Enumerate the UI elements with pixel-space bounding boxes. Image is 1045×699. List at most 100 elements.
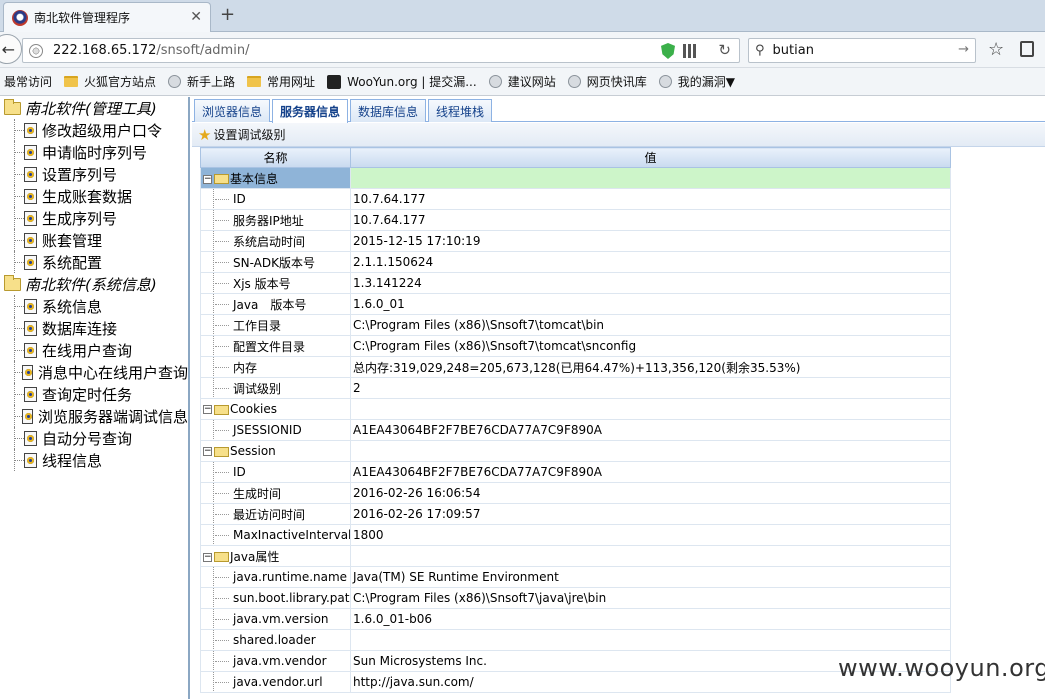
table-row[interactable]: 调试级别 2 (200, 377, 951, 399)
table-row[interactable]: sun.boot.library.path C:\Program Files (x… (200, 587, 951, 609)
bookmark-star-icon[interactable]: ☆ (988, 39, 1004, 60)
qr-code-icon[interactable] (683, 44, 697, 58)
folder-icon (214, 446, 229, 457)
property-value: C:\Program Files (x86)\Snsoft7\java\jre\… (350, 587, 951, 609)
tab-browser-info[interactable]: 浏览器信息 (194, 99, 271, 122)
search-go-icon[interactable]: → (958, 42, 969, 57)
bookmark-item[interactable]: 我的漏洞▼ (658, 73, 735, 90)
table-row[interactable]: 系统启动时间 2015-12-15 17:10:19 (200, 230, 951, 252)
tree-item[interactable]: 自动分号查询 (0, 427, 188, 449)
tree-item[interactable]: 系统配置 (0, 251, 188, 273)
tree-item[interactable]: 在线用户查询 (0, 339, 188, 361)
table-row[interactable]: MaxInactiveInterval 1800 (200, 524, 951, 546)
bookmark-item[interactable]: 常用网址 (247, 73, 315, 90)
column-header-name[interactable]: 名称 (200, 147, 351, 168)
property-value: 2016-02-26 16:06:54 (350, 482, 951, 504)
tab-thread-stack[interactable]: 线程堆栈 (428, 99, 493, 122)
bookmark-item[interactable]: 新手上路 (168, 73, 235, 90)
search-bar[interactable]: ⚲ butian → (748, 38, 976, 63)
bookmark-item[interactable]: WooYun.org | 提交漏... (327, 73, 477, 90)
tree-item[interactable]: 系统信息 (0, 295, 188, 317)
bookmark-item[interactable]: 火狐官方站点 (64, 73, 156, 90)
table-row[interactable]: ID A1EA43064BF2F7BE76CDA77A7C9F890A (200, 461, 951, 483)
collapse-toggle-icon[interactable]: − (203, 405, 212, 414)
property-name: 生成时间 (200, 482, 351, 504)
group-name-cell[interactable]: − Session (200, 440, 351, 462)
group-row[interactable]: − Cookies (200, 398, 951, 420)
table-row[interactable]: java.vm.version 1.6.0_01-b06 (200, 608, 951, 630)
tree-item[interactable]: 消息中心在线用户查询 (0, 361, 188, 383)
folder-icon (214, 552, 229, 562)
property-name: 最近访问时间 (200, 503, 351, 525)
group-name-cell[interactable]: − Cookies (200, 398, 351, 420)
wooyun-icon (327, 74, 342, 89)
tree-connector (14, 195, 24, 197)
address-bar[interactable]: 222.168.65.172/snsoft/admin/ ↻ (22, 38, 740, 63)
tab-database-info[interactable]: 数据库信息 (350, 99, 427, 122)
tree-item[interactable]: 浏览服务器端调试信息 (0, 405, 188, 427)
bookmark-item[interactable]: 网页快讯库 (567, 73, 647, 90)
tree-group-system-info[interactable]: 南北软件(系统信息) (0, 273, 188, 295)
table-row[interactable]: 生成时间 2016-02-26 16:06:54 (200, 482, 951, 504)
group-row[interactable]: − Java属性 (200, 545, 951, 567)
table-row[interactable]: JSESSIONID A1EA43064BF2F7BE76CDA77A7C9F89… (200, 419, 951, 441)
table-row[interactable]: shared.loader (200, 629, 951, 651)
property-value: Java(TM) SE Runtime Environment (350, 566, 951, 588)
bookmark-label: 常用网址 (267, 75, 316, 89)
nav-tree: 南北软件(管理工具) 修改超级用户口令 申请临时序列号设置序列号 生成账套数据 生成序… (0, 97, 190, 699)
document-icon (24, 166, 37, 182)
bookmark-item[interactable]: 最常访问 (4, 73, 52, 90)
group-row[interactable]: − Session (200, 440, 951, 462)
bookmark-item[interactable]: 建议网站 (488, 73, 556, 90)
group-name-cell[interactable]: − Java属性 (200, 545, 351, 567)
table-row[interactable]: 内存 总内存:319,029,248=205,673,128(已用64.47%)+… (200, 356, 951, 378)
table-row[interactable]: ID 10.7.64.177 (200, 188, 951, 210)
browser-tab[interactable]: 南北软件管理程序 ✕ (3, 2, 211, 32)
collapse-toggle-icon[interactable]: − (203, 174, 212, 184)
table-row[interactable]: java.runtime.name Java(TM) SE Runtime Env… (200, 566, 951, 588)
collapse-toggle-icon[interactable]: − (203, 552, 212, 562)
tree-item[interactable]: 线程信息 (0, 449, 188, 471)
new-tab-button[interactable]: + (220, 4, 235, 25)
tree-item[interactable]: 数据库连接 (0, 317, 188, 339)
tree-item[interactable]: 账套管理 (0, 229, 188, 251)
shield-icon[interactable] (661, 43, 675, 59)
back-button[interactable]: ← (0, 34, 22, 64)
group-row[interactable]: − 基本信息 (200, 167, 951, 189)
reload-icon[interactable]: ↻ (718, 41, 731, 59)
document-icon (22, 364, 33, 380)
table-row[interactable]: 配置文件目录 C:\Program Files (x86)\Snsoft7\tom… (200, 335, 951, 357)
url-path: /snsoft/admin/ (156, 43, 250, 58)
property-value: 10.7.64.177 (350, 209, 951, 231)
group-name-cell[interactable]: − 基本信息 (200, 167, 351, 189)
reading-list-icon[interactable] (1020, 41, 1034, 57)
property-value: 1.3.141224 (350, 272, 951, 294)
tree-item[interactable]: 生成账套数据 (0, 185, 188, 207)
tree-item[interactable]: 设置序列号 (0, 163, 188, 185)
set-debug-level-button[interactable]: 设置调试级别 (213, 126, 285, 143)
table-row[interactable]: 工作目录 C:\Program Files (x86)\Snsoft7\tomca… (200, 314, 951, 336)
table-row[interactable]: SN-ADK版本号 2.1.1.150624 (200, 251, 951, 273)
tree-item[interactable]: 查询定时任务 (0, 383, 188, 405)
tree-item-label: 账套管理 (42, 231, 103, 250)
column-header-value[interactable]: 值 (350, 147, 951, 168)
table-row[interactable]: 服务器IP地址 10.7.64.177 (200, 209, 951, 231)
group-value-cell (350, 398, 951, 420)
tree-item-label: 设置序列号 (42, 165, 118, 184)
tree-item[interactable]: 生成序列号 (0, 207, 188, 229)
table-row[interactable]: Java 版本号 1.6.0_01 (200, 293, 951, 315)
property-value: 10.7.64.177 (350, 188, 951, 210)
bookmarks-toolbar: 最常访问 火狐官方站点 新手上路 常用网址 WooYun.org | 提交漏..… (0, 68, 1045, 96)
tree-item[interactable]: 修改超级用户口令 (0, 119, 188, 141)
tab-server-info[interactable]: 服务器信息 (272, 99, 349, 123)
search-input[interactable]: butian (773, 43, 814, 58)
globe-icon (658, 75, 672, 88)
tree-item[interactable]: 申请临时序列号 (0, 141, 188, 163)
table-row[interactable]: 最近访问时间 2016-02-26 17:09:57 (200, 503, 951, 525)
property-name: java.vendor.url (200, 671, 351, 693)
collapse-toggle-icon[interactable]: − (203, 447, 212, 456)
table-row[interactable]: Xjs 版本号 1.3.141224 (200, 272, 951, 294)
close-tab-icon[interactable]: ✕ (190, 9, 202, 25)
url-text[interactable]: 222.168.65.172/snsoft/admin/ (53, 43, 249, 58)
tree-group-admin-tools[interactable]: 南北软件(管理工具) (0, 97, 188, 119)
